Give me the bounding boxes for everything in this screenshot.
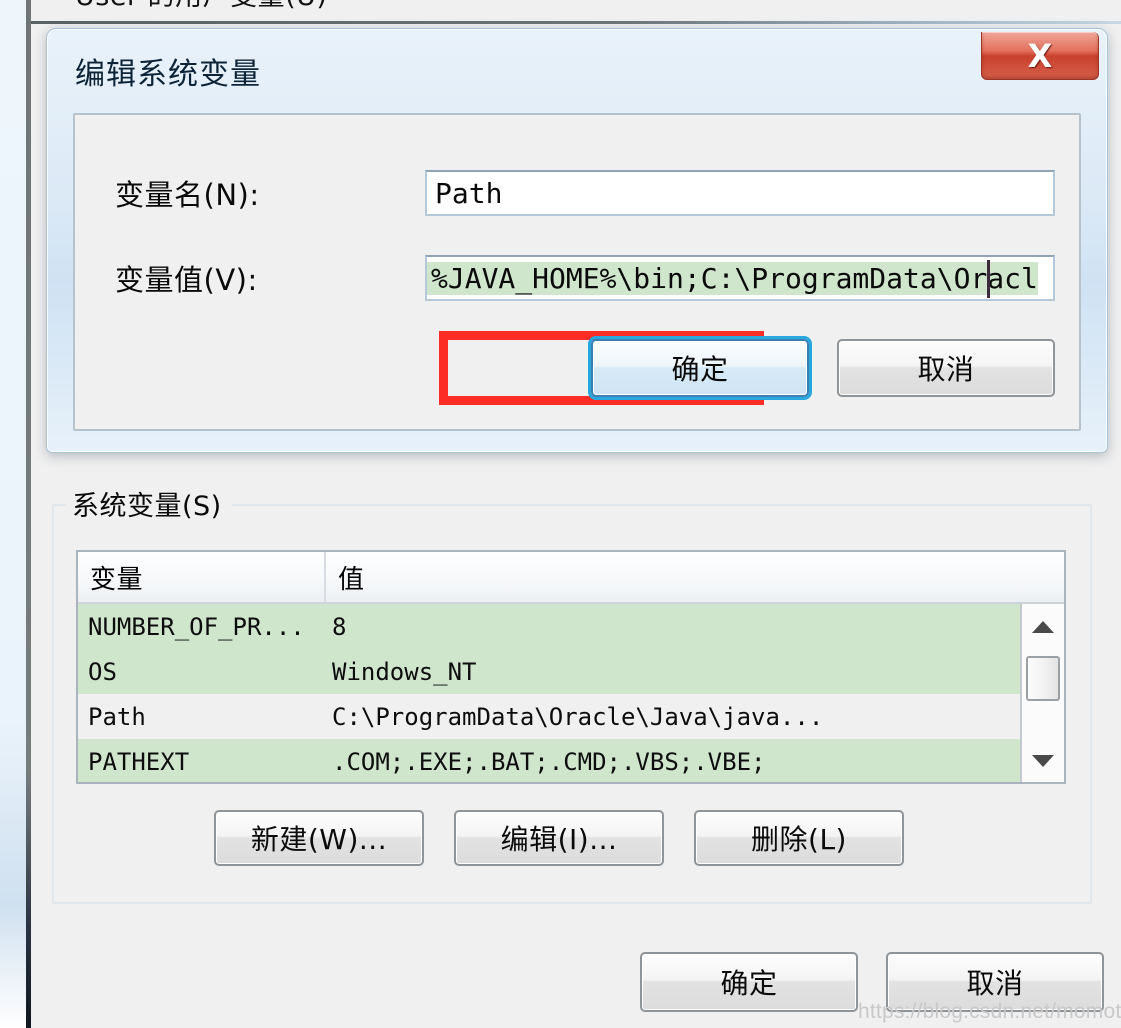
variable-value-label: 变量值(V): [115,263,258,297]
system-variables-list[interactable]: 变量 值 NUMBER_OF_PR... 8 OS Windows_NT Pat… [76,550,1066,784]
variable-name-input[interactable]: Path [425,170,1055,216]
scrollbar-thumb[interactable] [1026,656,1060,701]
variable-value-text: %JAVA_HOME%\bin;C:\ProgramData\Oracl [427,261,1038,295]
column-header-variable[interactable]: 变量 [78,552,326,602]
scroll-up-icon[interactable] [1022,610,1064,644]
clipped-user-variables-label-region: User 的用户变量(U) [31,0,1121,22]
watermark-text: https://blog.csdn.net/momotougua [858,1000,1121,1023]
system-variable-actions: 新建(W)... 编辑(I)... 删除(L) [52,810,1066,866]
edit-dialog-buttons: 确定 取消 [75,339,1079,397]
row-variable-value: .COM;.EXE;.BAT;.CMD;.VBS;.VBE; [332,747,766,776]
edit-dialog-titlebar[interactable]: 编辑系统变量 X [47,29,1107,111]
close-icon-glyph: X [1027,36,1053,75]
column-header-value[interactable]: 值 [326,552,1064,602]
variable-value-row: 变量值(V): %JAVA_HOME%\bin;C:\ProgramData\O… [75,255,1079,301]
ok-button[interactable]: 确定 [640,952,858,1012]
clipped-user-variables-label: User 的用户变量(U) [75,0,327,13]
row-variable-value: C:\ProgramData\Oracle\Java\java... [332,702,824,731]
dialog-left-edge [0,0,26,1028]
list-header: 变量 值 [78,552,1064,604]
row-variable-name: PATHEXT [88,747,190,776]
edit-dialog-body: 变量名(N): Path 变量值(V): %JAVA_HOME%\bin;C:\… [73,113,1081,431]
variable-name-row: 变量名(N): Path [75,170,1079,216]
top-divider [31,21,1121,24]
list-rows: NUMBER_OF_PR... 8 OS Windows_NT Path C:\… [78,604,1064,782]
table-row[interactable]: NUMBER_OF_PR... 8 [78,604,1064,649]
row-variable-value: 8 [332,612,347,641]
edit-system-variable-dialog: 编辑系统变量 X 变量名(N): Path 变量值(V): %JAVA_HOME… [46,28,1108,453]
edit-ok-button[interactable]: 确定 [591,339,809,397]
vertical-scrollbar[interactable] [1020,604,1064,782]
table-row[interactable]: OS Windows_NT [78,649,1064,694]
row-variable-name: NUMBER_OF_PR... [88,612,305,641]
delete-variable-button[interactable]: 删除(L) [694,810,904,866]
edit-dialog-title: 编辑系统变量 [75,57,261,92]
table-row[interactable]: PATHEXT .COM;.EXE;.BAT;.CMD;.VBS;.VBE; [78,739,1064,782]
variable-name-label: 变量名(N): [115,178,260,212]
system-variables-group-title: 系统变量(S) [66,484,232,523]
variable-name-value: Path [435,176,503,210]
system-variables-group: 系统变量(S) 变量 值 NUMBER_OF_PR... 8 OS Window… [52,484,1092,904]
dialog-left-border [26,0,31,1028]
variable-value-input[interactable]: %JAVA_HOME%\bin;C:\ProgramData\Oracl [425,255,1055,301]
table-row[interactable]: Path C:\ProgramData\Oracle\Java\java... [78,694,1064,739]
edit-cancel-button[interactable]: 取消 [837,339,1055,397]
scroll-down-icon[interactable] [1022,744,1064,778]
row-variable-name: OS [88,657,117,686]
close-icon[interactable]: X [981,32,1099,80]
row-variable-value: Windows_NT [332,657,477,686]
edit-variable-button[interactable]: 编辑(I)... [454,810,664,866]
text-caret [987,260,990,298]
row-variable-name: Path [88,702,146,731]
new-variable-button[interactable]: 新建(W)... [214,810,424,866]
